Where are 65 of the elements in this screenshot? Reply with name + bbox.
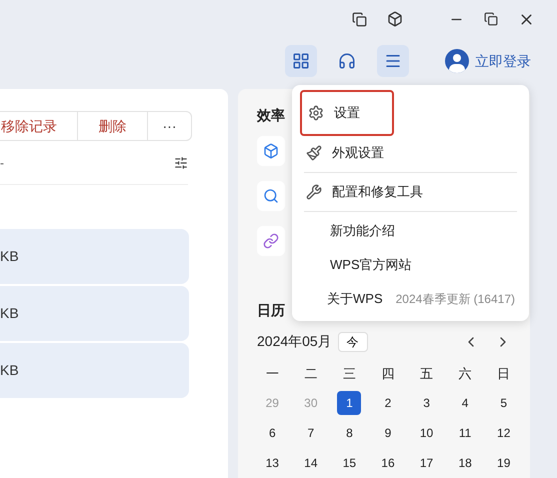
- menu-item[interactable]: WPS官方网站: [300, 248, 521, 282]
- file-row[interactable]: KB: [0, 343, 189, 398]
- login-link[interactable]: 立即登录: [475, 50, 531, 72]
- menu-item[interactable]: 设置: [300, 90, 394, 136]
- tool-tile[interactable]: [257, 136, 285, 166]
- month-label: 2024年05月: [257, 332, 332, 351]
- calendar-day[interactable]: 16: [376, 451, 400, 475]
- file-size: KB: [0, 247, 19, 266]
- today-button[interactable]: 今: [338, 332, 368, 352]
- calendar-day[interactable]: 8: [337, 421, 362, 445]
- weekday-label: 三: [342, 365, 357, 384]
- restore-icon[interactable]: [484, 12, 498, 26]
- weekday-label: 五: [419, 365, 434, 384]
- calendar-title: 日历: [257, 301, 285, 320]
- calendar-day[interactable]: 19: [492, 451, 516, 475]
- calendar-day[interactable]: 14: [298, 451, 323, 475]
- calendar-day[interactable]: 15: [337, 451, 362, 475]
- headset-icon: [338, 52, 356, 70]
- calendar-day[interactable]: 7: [298, 421, 323, 445]
- menu-button[interactable]: [377, 45, 409, 78]
- calendar-day[interactable]: 9: [376, 421, 400, 445]
- brush-icon: [306, 145, 322, 161]
- version-label: 2024春季更新 (16417): [396, 291, 515, 308]
- tool-tile[interactable]: [257, 181, 285, 211]
- menu-item[interactable]: 新功能介绍: [300, 214, 521, 248]
- calendar-day[interactable]: 18: [453, 451, 478, 475]
- menu-item[interactable]: 关于WPS 2024春季更新 (16417): [300, 282, 521, 316]
- tool-tile[interactable]: [257, 226, 285, 256]
- filter-icon[interactable]: [174, 156, 188, 170]
- apps-button[interactable]: [285, 45, 317, 78]
- cube-icon[interactable]: [387, 11, 403, 28]
- menu-item[interactable]: 配置和修复工具: [300, 175, 521, 209]
- calendar-day[interactable]: 2: [376, 391, 400, 415]
- tools-title: 效率: [257, 106, 285, 125]
- calendar-day[interactable]: 6: [260, 421, 284, 445]
- calendar-day[interactable]: 11: [453, 421, 478, 445]
- menu-item[interactable]: 外观设置: [300, 136, 521, 170]
- file-row[interactable]: KB: [0, 286, 189, 341]
- weekday-label: 二: [303, 365, 318, 384]
- weekday-label: 六: [458, 365, 473, 384]
- link-icon: [263, 233, 279, 249]
- weekday-label: 日: [496, 365, 512, 384]
- avatar-icon[interactable]: [445, 49, 469, 74]
- weekday-label: 四: [380, 365, 396, 384]
- delete-button[interactable]: 删除: [78, 112, 148, 140]
- file-size: KB: [0, 361, 19, 380]
- calendar-day[interactable]: 13: [260, 451, 284, 475]
- calendar-day[interactable]: 12: [492, 421, 516, 445]
- calendar-day[interactable]: 1: [337, 391, 362, 415]
- calendar-day[interactable]: 4: [453, 391, 478, 415]
- list-header: -: [0, 154, 4, 172]
- calendar-day[interactable]: 5: [492, 391, 516, 415]
- grid-icon: [292, 52, 310, 70]
- calendar-day[interactable]: 3: [414, 391, 439, 415]
- calendar-day[interactable]: 17: [414, 451, 439, 475]
- search-icon: [263, 188, 279, 204]
- window-icon[interactable]: [352, 12, 367, 27]
- calendar-day[interactable]: 10: [414, 421, 439, 445]
- remove-record-button[interactable]: 移除记录: [0, 112, 78, 140]
- file-size: KB: [0, 304, 19, 323]
- wrench-icon: [306, 184, 322, 200]
- weekday-label: 一: [264, 365, 280, 384]
- settings-icon: [308, 105, 324, 121]
- file-row[interactable]: KB: [0, 229, 189, 284]
- more-button[interactable]: ···: [148, 112, 191, 140]
